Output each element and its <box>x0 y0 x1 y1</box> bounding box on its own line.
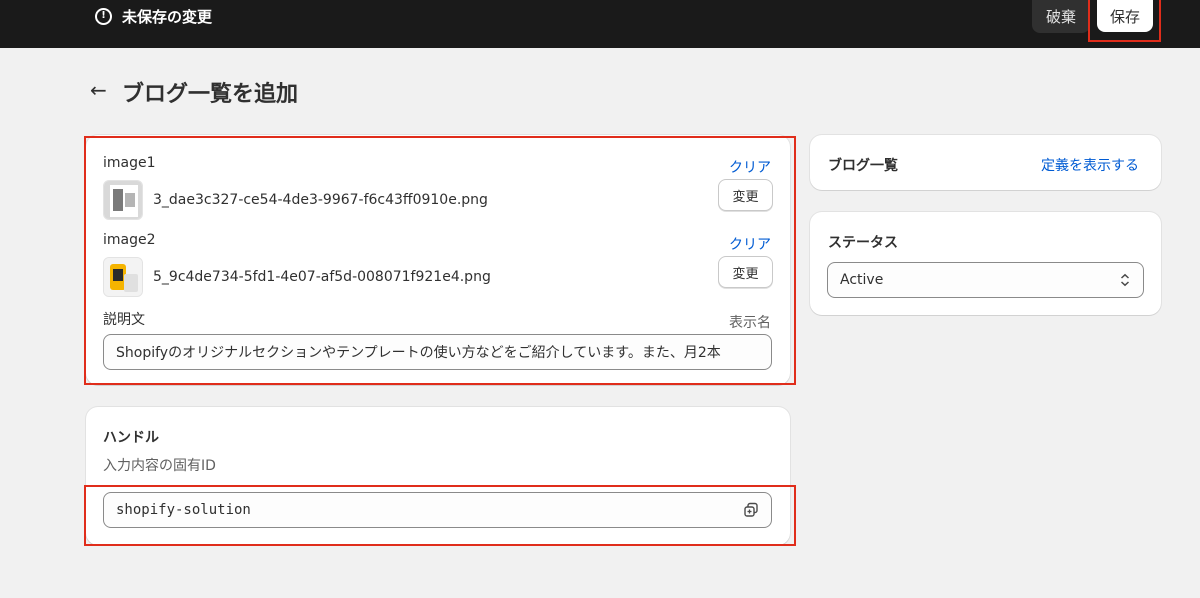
description-label: 説明文 <box>103 312 145 328</box>
status-title: ステータス <box>828 235 898 251</box>
image2-label: image2 <box>103 232 156 248</box>
image1-change-button[interactable]: 変更 <box>718 179 773 211</box>
display-name-label: 表示名 <box>729 315 771 331</box>
handle-value: shopify-solution <box>116 502 251 518</box>
image1-clear-link[interactable]: クリア <box>729 157 771 177</box>
unsaved-changes-bar: ! 未保存の変更 破棄 保存 <box>0 0 1200 48</box>
definition-title: ブログ一覧 <box>828 158 898 174</box>
select-chevron-icon <box>1119 273 1131 287</box>
unsaved-status: ! 未保存の変更 <box>95 6 212 26</box>
handle-title: ハンドル <box>103 430 159 446</box>
image2-change-button[interactable]: 変更 <box>718 256 773 288</box>
image-thumbnail-icon <box>104 181 142 219</box>
unsaved-status-text: 未保存の変更 <box>122 7 213 26</box>
image1-label: image1 <box>103 155 156 171</box>
save-button[interactable]: 保存 <box>1097 0 1153 32</box>
status-selected-value: Active <box>840 272 884 288</box>
arrow-left-icon[interactable]: ← <box>90 80 110 100</box>
page-title: ブログ一覧を追加 <box>122 82 299 107</box>
image2-clear-link[interactable]: クリア <box>729 234 771 254</box>
image2-thumbnail <box>103 257 143 297</box>
view-definition-link[interactable]: 定義を表示する <box>1041 155 1139 175</box>
image-thumbnail-icon <box>104 258 142 296</box>
image1-filename: 3_dae3c327-ce54-4de3-9967-f6c43ff0910e.p… <box>153 192 488 208</box>
discard-button[interactable]: 破棄 <box>1032 0 1090 33</box>
image1-thumbnail <box>103 180 143 220</box>
description-input[interactable]: Shopifyのオリジナルセクションやテンプレートの使い方などをご紹介しています… <box>103 334 772 370</box>
status-select[interactable]: Active <box>827 262 1144 298</box>
handle-subtitle: 入力内容の固有ID <box>103 458 216 474</box>
image2-filename: 5_9c4de734-5fd1-4e07-af5d-008071f921e4.p… <box>153 269 491 285</box>
handle-input[interactable]: shopify-solution <box>103 492 772 528</box>
copy-icon[interactable] <box>743 502 759 518</box>
alert-circle-icon: ! <box>95 7 112 25</box>
